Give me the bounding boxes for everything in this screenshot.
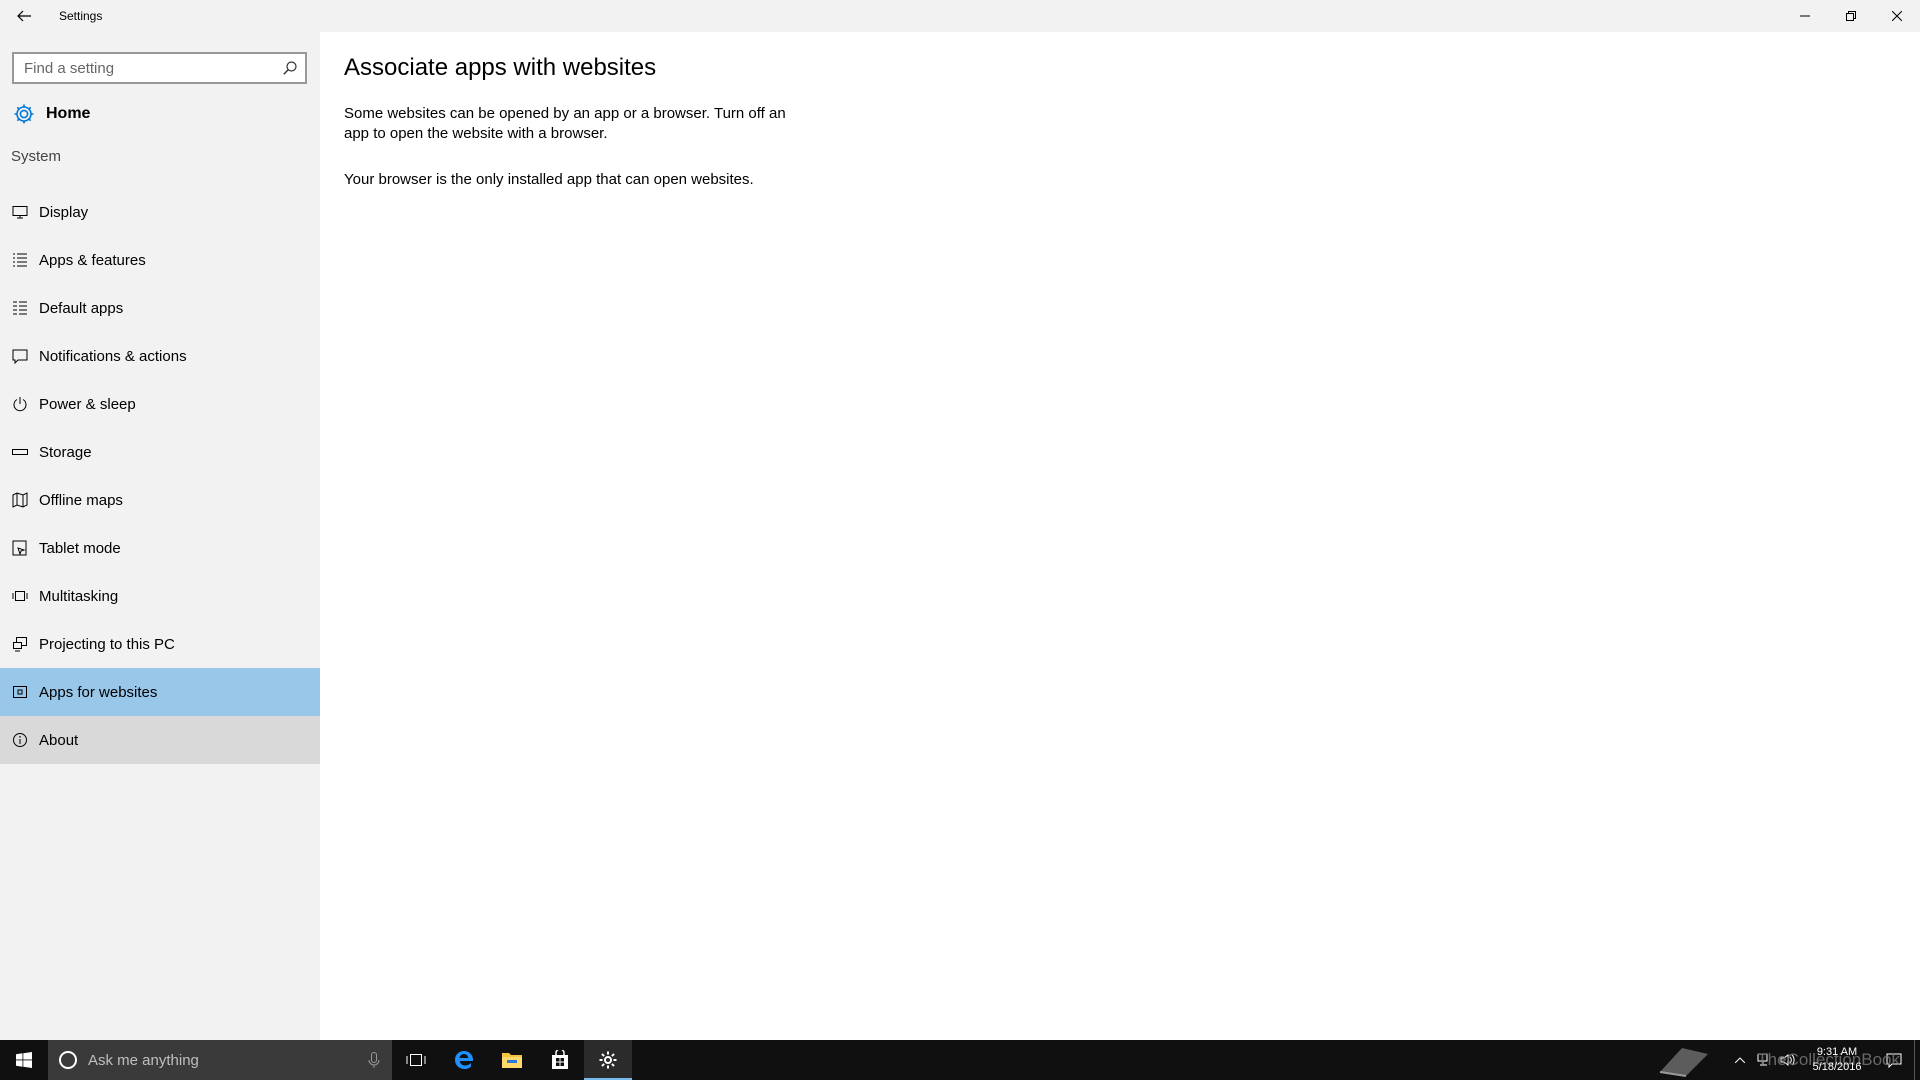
task-view-icon (406, 1054, 426, 1066)
sidebar-item-offline-maps[interactable]: Offline maps (0, 476, 320, 524)
minimize-icon (1800, 15, 1810, 17)
start-button[interactable] (0, 1040, 48, 1080)
taskbar-edge[interactable] (440, 1040, 488, 1080)
projecting-icon (0, 636, 38, 652)
restore-icon (1846, 11, 1856, 21)
settings-window: Settings Find a setting Home System Disp… (0, 0, 1920, 1040)
power-icon (0, 396, 38, 412)
search-box[interactable] (12, 52, 307, 84)
restore-button[interactable] (1828, 0, 1874, 32)
search-input[interactable] (14, 59, 275, 77)
sidebar-item-label: Multitasking (39, 587, 119, 605)
sidebar-item-label: Default apps (39, 299, 124, 317)
sidebar-item-label: Display (39, 203, 89, 221)
sidebar-item-label: Storage (39, 443, 92, 461)
sidebar-item-label: Notifications & actions (39, 347, 187, 365)
task-view-button[interactable] (392, 1040, 440, 1080)
section-label: System (11, 148, 62, 165)
microphone-icon[interactable] (356, 1052, 392, 1068)
home-label: Home (46, 105, 91, 122)
book-watermark-icon (1656, 1042, 1712, 1083)
store-icon (552, 1050, 568, 1069)
sidebar-item-power[interactable]: Power & sleep (0, 380, 320, 428)
sidebar-item-storage[interactable]: Storage (0, 428, 320, 476)
tablet-icon (0, 540, 38, 556)
taskbar: Ask me anything TheCollectionBook 9:31 A… (0, 1040, 1920, 1080)
system-tray: TheCollectionBook 9:31 AM 5/18/2016 (1659, 1040, 1920, 1080)
sidebar-item-label: Tablet mode (39, 539, 121, 557)
window-title: Settings (59, 9, 103, 23)
sidebar-item-default-apps[interactable]: Default apps (0, 284, 320, 332)
clock-date: 5/18/2016 (1812, 1061, 1862, 1073)
volume-icon[interactable] (1776, 1040, 1800, 1080)
taskbar-search[interactable]: Ask me anything (48, 1040, 392, 1080)
close-button[interactable] (1874, 0, 1920, 32)
show-desktop-button[interactable] (1914, 1040, 1920, 1080)
network-icon[interactable] (1752, 1040, 1776, 1080)
list-icon (0, 252, 38, 268)
home-link[interactable]: Home (0, 92, 320, 136)
action-center-button[interactable] (1874, 1040, 1914, 1080)
sidebar-item-about[interactable]: About (0, 716, 320, 764)
title-bar: Settings (0, 0, 1920, 32)
settings-gear-icon (599, 1051, 617, 1069)
taskbar-file-explorer[interactable] (488, 1040, 536, 1080)
windows-logo-icon (16, 1052, 32, 1068)
taskbar-search-text: Ask me anything (88, 1051, 199, 1069)
sidebar-item-tablet-mode[interactable]: Tablet mode (0, 524, 320, 572)
back-arrow-icon (17, 10, 31, 22)
sidebar-item-label: Apps & features (39, 251, 146, 269)
sidebar-item-label: About (39, 731, 79, 749)
display-icon (0, 204, 38, 220)
sidebar-item-label: Offline maps (39, 491, 123, 509)
main-content: Associate apps with websites Some websit… (320, 32, 1920, 1040)
taskbar-settings[interactable] (584, 1040, 632, 1080)
edge-icon (455, 1051, 473, 1069)
sidebar-item-projecting[interactable]: Projecting to this PC (0, 620, 320, 668)
page-title: Associate apps with websites (344, 54, 657, 81)
close-icon (1892, 11, 1902, 21)
sidebar-item-label: Projecting to this PC (39, 635, 175, 653)
taskbar-clock[interactable]: 9:31 AM 5/18/2016 (1800, 1045, 1874, 1075)
sidebar-item-label: Apps for websites (39, 683, 158, 701)
clock-time: 9:31 AM (1816, 1046, 1858, 1058)
sidebar-item-apps-features[interactable]: Apps & features (0, 236, 320, 284)
gear-icon (12, 102, 36, 126)
info-icon (0, 732, 38, 748)
map-icon (0, 492, 38, 508)
back-button[interactable] (0, 0, 48, 32)
sidebar-item-label: Power & sleep (39, 395, 136, 413)
sidebar: Home System Display Apps & features De (0, 32, 320, 1040)
window-controls (1782, 0, 1920, 32)
cortana-icon (48, 1050, 88, 1070)
nav-list: Display Apps & features Default apps Not… (0, 188, 320, 764)
action-center-icon (1886, 1053, 1902, 1068)
folder-icon (502, 1053, 522, 1068)
sidebar-item-notifications[interactable]: Notifications & actions (0, 332, 320, 380)
description-text: Some websites can be opened by an app or… (344, 105, 786, 142)
sidebar-item-multitasking[interactable]: Multitasking (0, 572, 320, 620)
search-icon[interactable] (275, 54, 305, 82)
multitasking-icon (0, 588, 38, 604)
show-hidden-icons-chevron-up-icon[interactable] (1728, 1040, 1752, 1080)
minimize-button[interactable] (1782, 0, 1828, 32)
sidebar-item-display[interactable]: Display (0, 188, 320, 236)
notifications-icon (0, 348, 38, 364)
sidebar-item-apps-for-websites[interactable]: Apps for websites (0, 668, 320, 716)
taskbar-store[interactable] (536, 1040, 584, 1080)
storage-icon (0, 444, 38, 460)
default-apps-icon (0, 300, 38, 316)
status-text: Your browser is the only installed app t… (344, 171, 754, 188)
apps-websites-icon (0, 684, 38, 700)
